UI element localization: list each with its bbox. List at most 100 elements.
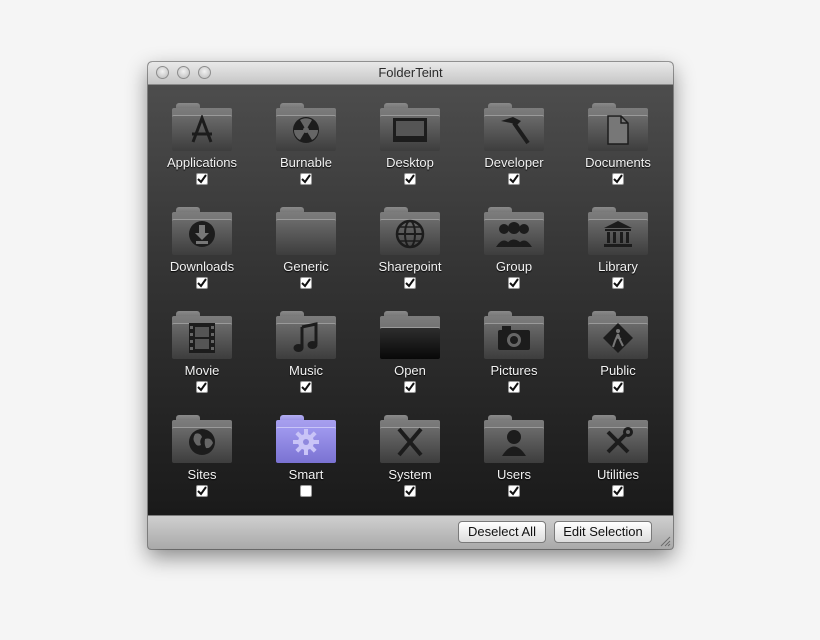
folder-icon[interactable] (276, 311, 336, 359)
folder-icon[interactable] (380, 207, 440, 255)
bottom-toolbar: Deselect All Edit Selection (148, 515, 673, 549)
folder-icon[interactable] (484, 415, 544, 463)
folder-icon[interactable] (380, 311, 440, 359)
folder-item-sites[interactable]: Sites (150, 397, 254, 501)
resize-grip-icon[interactable] (659, 535, 671, 547)
folder-checkbox-open[interactable] (404, 381, 416, 393)
folder-label: Generic (283, 259, 329, 274)
folder-checkbox-applications[interactable] (196, 173, 208, 185)
checkmark-icon (301, 278, 311, 288)
folder-checkbox-documents[interactable] (612, 173, 624, 185)
folder-label: Downloads (169, 259, 235, 274)
folder-checkbox-desktop[interactable] (404, 173, 416, 185)
folder-item-downloads[interactable]: Downloads (150, 189, 254, 293)
folder-checkbox-burnable[interactable] (300, 173, 312, 185)
folder-item-burnable[interactable]: Burnable (254, 85, 358, 189)
checkmark-icon (405, 278, 415, 288)
folder-icon[interactable] (588, 207, 648, 255)
folder-icon[interactable] (588, 103, 648, 151)
folder-item-applications[interactable]: Applications (150, 85, 254, 189)
folder-checkbox-users[interactable] (508, 485, 520, 497)
folder-icon[interactable] (276, 103, 336, 151)
folder-checkbox-utilities[interactable] (612, 485, 624, 497)
folder-label: Sites (187, 467, 217, 482)
folder-checkbox-generic[interactable] (300, 277, 312, 289)
open-folder-icon (380, 321, 440, 355)
folder-checkbox-group[interactable] (508, 277, 520, 289)
checkmark-icon (613, 278, 623, 288)
title-bar[interactable]: FolderTeint (148, 62, 673, 85)
checkmark-icon (301, 382, 311, 392)
checkmark-icon (197, 278, 207, 288)
folder-icon[interactable] (380, 415, 440, 463)
folder-item-smart[interactable]: Smart (254, 397, 358, 501)
checkmark-icon (613, 486, 623, 496)
folder-item-desktop[interactable]: Desktop (358, 85, 462, 189)
group-people-icon (484, 217, 544, 251)
folderteint-window: FolderTeint Applications Burnable Desktop D… (148, 62, 673, 549)
folder-item-open[interactable]: Open (358, 293, 462, 397)
checkmark-icon (509, 382, 519, 392)
folder-label: Group (495, 259, 533, 274)
folder-item-music[interactable]: Music (254, 293, 358, 397)
checkmark-icon (405, 382, 415, 392)
folder-grid-panel: Applications Burnable Desktop Developer Docu… (148, 85, 673, 515)
folder-label: Smart (288, 467, 324, 482)
folder-item-documents[interactable]: Documents (566, 85, 670, 189)
folder-checkbox-pictures[interactable] (508, 381, 520, 393)
folder-checkbox-downloads[interactable] (196, 277, 208, 289)
folder-icon[interactable] (484, 311, 544, 359)
folder-item-generic[interactable]: Generic (254, 189, 358, 293)
folder-checkbox-developer[interactable] (508, 173, 520, 185)
folder-icon[interactable] (172, 311, 232, 359)
folder-checkbox-sites[interactable] (196, 485, 208, 497)
download-arrow-icon (172, 217, 232, 251)
folder-item-developer[interactable]: Developer (462, 85, 566, 189)
folder-label: Developer (484, 155, 544, 170)
folder-icon[interactable] (172, 415, 232, 463)
globe-icon (172, 425, 232, 459)
folder-checkbox-sharepoint[interactable] (404, 277, 416, 289)
folder-item-system[interactable]: System (358, 397, 462, 501)
desktop-screen-icon (380, 113, 440, 147)
checkmark-icon (197, 486, 207, 496)
folder-icon[interactable] (484, 207, 544, 255)
folder-item-public[interactable]: Public (566, 293, 670, 397)
checkmark-icon (405, 486, 415, 496)
folder-icon[interactable] (588, 311, 648, 359)
radiation-icon (276, 113, 336, 147)
folder-checkbox-system[interactable] (404, 485, 416, 497)
document-icon (588, 113, 648, 147)
folder-checkbox-music[interactable] (300, 381, 312, 393)
folder-checkbox-movie[interactable] (196, 381, 208, 393)
folder-label: Burnable (279, 155, 333, 170)
folder-checkbox-smart[interactable] (300, 485, 312, 497)
folder-icon[interactable] (484, 103, 544, 151)
folder-label: Desktop (386, 155, 434, 170)
folder-icon[interactable] (380, 103, 440, 151)
folder-item-sharepoint[interactable]: Sharepoint (358, 189, 462, 293)
folder-icon[interactable] (276, 207, 336, 255)
folder-item-utilities[interactable]: Utilities (566, 397, 670, 501)
folder-item-library[interactable]: Library (566, 189, 670, 293)
folder-icon[interactable] (172, 207, 232, 255)
hammer-icon (484, 113, 544, 147)
folder-label: Public (600, 363, 636, 378)
folder-item-users[interactable]: Users (462, 397, 566, 501)
folder-icon[interactable] (276, 415, 336, 463)
folder-icon[interactable] (172, 103, 232, 151)
folder-item-group[interactable]: Group (462, 189, 566, 293)
app-store-a-icon (172, 113, 232, 147)
folder-label: Users (497, 467, 531, 482)
folder-checkbox-library[interactable] (612, 277, 624, 289)
folder-item-pictures[interactable]: Pictures (462, 293, 566, 397)
folder-item-movie[interactable]: Movie (150, 293, 254, 397)
folder-icon[interactable] (588, 415, 648, 463)
folder-checkbox-public[interactable] (612, 381, 624, 393)
generic-folder-icon (276, 217, 336, 251)
tools-icon (588, 425, 648, 459)
edit-selection-button[interactable]: Edit Selection (554, 521, 652, 543)
checkmark-icon (613, 382, 623, 392)
film-strip-icon (172, 321, 232, 355)
deselect-all-button[interactable]: Deselect All (458, 521, 546, 543)
